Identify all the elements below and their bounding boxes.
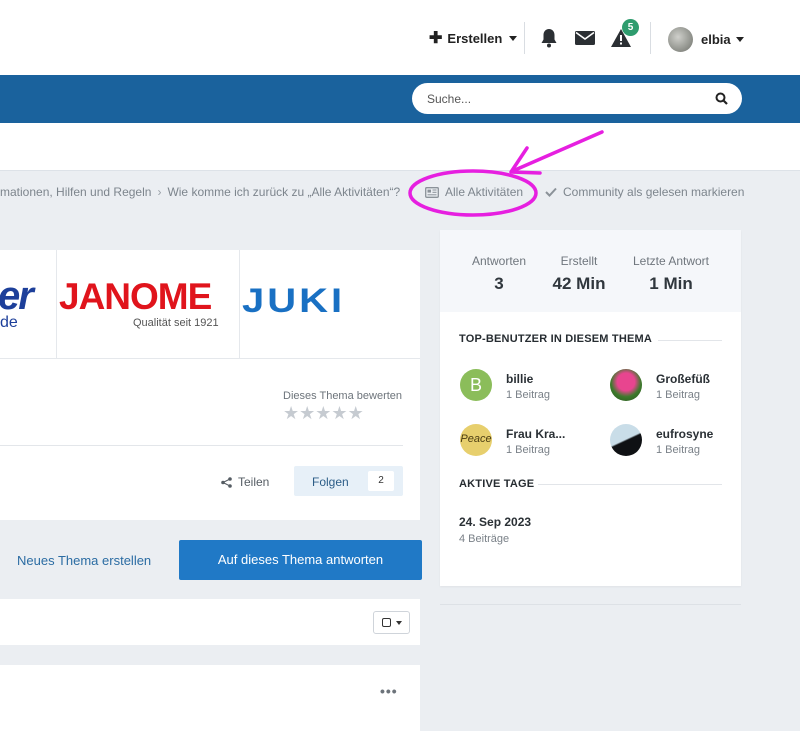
- mail-icon[interactable]: [574, 28, 596, 48]
- star-icon[interactable]: ★: [283, 403, 299, 423]
- top-users-title: TOP-BENUTZER IN DIESEM THEMA: [459, 333, 653, 345]
- stat-value: 3: [494, 274, 504, 293]
- user-menu[interactable]: elbia: [701, 32, 744, 47]
- stat-value: 1 Min: [649, 274, 693, 293]
- rating-stars[interactable]: ★★★★★: [283, 403, 364, 424]
- mark-read-label: Community als gelesen markieren: [563, 185, 745, 199]
- post-toolbar: [0, 599, 420, 645]
- user-name[interactable]: Frau Kra...: [506, 427, 565, 441]
- more-options-icon[interactable]: •••: [380, 683, 398, 699]
- notification-badge: 5: [622, 19, 639, 36]
- create-label: Erstellen: [447, 31, 503, 46]
- check-icon: [545, 187, 557, 197]
- header-divider: [650, 22, 651, 54]
- search-icon[interactable]: [715, 92, 728, 105]
- user-avatar[interactable]: Peace: [460, 424, 492, 456]
- juki-logo-text: JUKI: [242, 282, 346, 320]
- janome-logo: JANOME Qualität seit 1921: [57, 250, 240, 358]
- user-avatar[interactable]: B: [460, 369, 492, 401]
- share-icon: [221, 476, 232, 488]
- newspaper-icon: [425, 186, 439, 198]
- brand-logo-subtext: de: [0, 314, 18, 331]
- user-avatar[interactable]: [610, 369, 642, 401]
- username-label: elbia: [701, 32, 731, 47]
- user-post-count: 1 Beitrag: [656, 444, 701, 456]
- user-avatar[interactable]: [668, 27, 693, 52]
- plus-icon: ✚: [429, 29, 443, 47]
- divider: [440, 604, 741, 605]
- divider: [658, 340, 722, 341]
- new-topic-link[interactable]: Neues Thema erstellen: [17, 553, 151, 568]
- breadcrumb-item[interactable]: mationen, Hilfen und Regeln: [0, 185, 151, 199]
- user-post-count: 1 Beitrag: [506, 444, 551, 456]
- follow-label: Folgen: [312, 475, 349, 489]
- user-post-count: 1 Beitrag: [656, 389, 701, 401]
- brand-logo: er de: [0, 250, 57, 358]
- active-day-date[interactable]: 24. Sep 2023: [459, 515, 531, 529]
- topic-sidebar: Antworten 3 Erstellt 42 Min Letzte Antwo…: [440, 230, 741, 586]
- divider: [538, 484, 722, 485]
- user-name[interactable]: billie: [506, 372, 533, 386]
- user-post-count: 1 Beitrag: [506, 389, 551, 401]
- stat-created: Erstellt 42 Min: [548, 254, 610, 294]
- multi-select-button[interactable]: [373, 611, 410, 634]
- mark-read-link[interactable]: Community als gelesen markieren: [545, 185, 744, 199]
- active-day-count: 4 Beiträge: [459, 533, 510, 545]
- star-icon[interactable]: ★: [299, 403, 315, 423]
- caret-down-icon: [735, 37, 744, 42]
- user-avatar[interactable]: [610, 424, 642, 456]
- main-nav: Suche...: [0, 75, 800, 123]
- search-placeholder: Suche...: [427, 92, 472, 106]
- top-user[interactable]: Großefüß 1 Beitrag: [610, 369, 740, 403]
- brand-logo-text: er: [0, 274, 34, 318]
- star-icon[interactable]: ★: [348, 403, 364, 423]
- user-name[interactable]: Großefüß: [656, 372, 710, 386]
- stat-label: Letzte Antwort: [632, 254, 710, 268]
- secondary-nav: [0, 123, 800, 171]
- create-menu[interactable]: ✚ Erstellen: [429, 29, 518, 47]
- bell-icon[interactable]: [538, 28, 560, 48]
- share-button[interactable]: Teilen: [221, 475, 269, 489]
- divider: [0, 358, 420, 359]
- header-divider: [524, 22, 525, 54]
- divider: [0, 445, 403, 446]
- top-user[interactable]: B billie 1 Beitrag: [460, 369, 590, 403]
- site-header: ✚ Erstellen 5 elbia: [0, 0, 800, 75]
- juki-logo: JUKI: [240, 250, 420, 358]
- user-name[interactable]: eufrosyne: [656, 427, 713, 441]
- active-days-title: AKTIVE TAGE: [459, 478, 535, 490]
- star-icon[interactable]: ★: [331, 403, 347, 423]
- rate-topic-label: Dieses Thema bewerten: [283, 390, 403, 402]
- all-activity-link[interactable]: Alle Aktivitäten: [425, 185, 523, 199]
- chevron-right-icon: ›: [157, 185, 162, 199]
- janome-logo-text: JANOME: [59, 276, 212, 317]
- stat-label: Erstellt: [560, 254, 598, 268]
- share-label: Teilen: [238, 475, 270, 489]
- breadcrumb: mationen, Hilfen und Regeln › Wie komme ic…: [0, 185, 400, 199]
- stat-replies: Antworten 3: [468, 254, 530, 294]
- checkbox-icon: [381, 618, 391, 627]
- top-user[interactable]: Peace Frau Kra... 1 Beitrag: [460, 424, 590, 458]
- star-icon[interactable]: ★: [315, 403, 331, 423]
- janome-tagline: Qualität seit 1921: [133, 317, 219, 329]
- stat-last-reply: Letzte Antwort 1 Min: [628, 254, 714, 294]
- follow-count: 2: [368, 471, 394, 491]
- stat-label: Antworten: [471, 254, 527, 268]
- reply-button[interactable]: Auf dieses Thema antworten: [179, 540, 422, 580]
- follow-button[interactable]: Folgen 2: [294, 466, 403, 496]
- caret-down-icon: [395, 620, 402, 625]
- search-input[interactable]: Suche...: [412, 83, 742, 114]
- topic-stats: Antworten 3 Erstellt 42 Min Letzte Antwo…: [440, 230, 741, 312]
- all-activity-label: Alle Aktivitäten: [445, 185, 524, 199]
- post-card: •••: [0, 665, 420, 731]
- breadcrumb-item[interactable]: Wie komme ich zurück zu „Alle Aktivitäte…: [167, 185, 400, 199]
- top-user[interactable]: eufrosyne 1 Beitrag: [610, 424, 740, 458]
- caret-down-icon: [509, 36, 518, 41]
- stat-value: 42 Min: [552, 274, 606, 293]
